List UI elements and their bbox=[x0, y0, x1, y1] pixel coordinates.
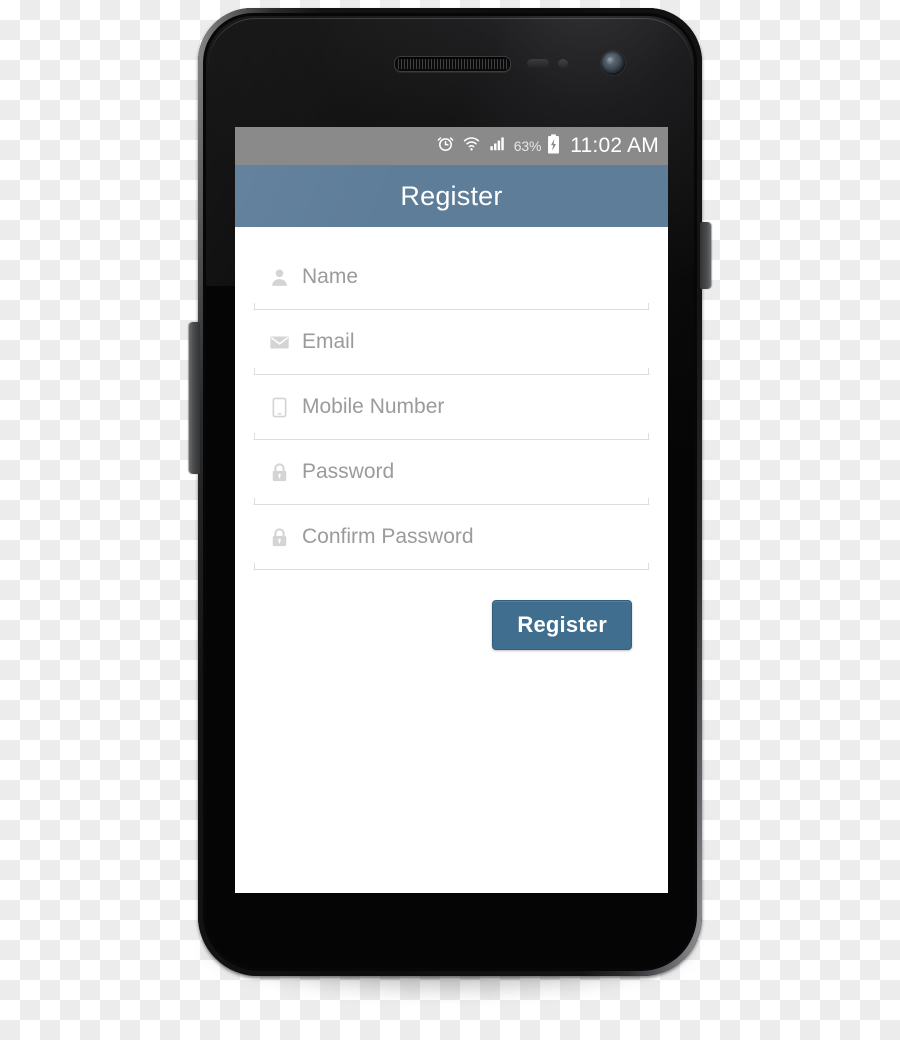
status-bar-clock: 11:02 AM bbox=[570, 134, 659, 157]
phone-screen: 63% 11:02 AM Register Name Email Mobile … bbox=[235, 127, 668, 893]
front-camera-icon bbox=[601, 51, 625, 75]
light-sensor-icon bbox=[558, 59, 568, 68]
confirm-password-input[interactable] bbox=[302, 525, 649, 549]
earpiece-mesh bbox=[398, 59, 507, 69]
status-bar: 63% 11:02 AM bbox=[235, 127, 668, 165]
battery-icon bbox=[546, 133, 561, 159]
wifi-icon bbox=[462, 134, 481, 158]
alarm-icon bbox=[436, 134, 455, 158]
envelope-icon bbox=[268, 331, 290, 353]
email-input[interactable] bbox=[302, 330, 649, 354]
battery-percent-label: 63% bbox=[513, 138, 542, 154]
volume-rocker-button[interactable] bbox=[189, 322, 200, 474]
page-title: Register bbox=[400, 180, 503, 211]
proximity-sensor-icon bbox=[527, 59, 549, 68]
field-email[interactable] bbox=[253, 310, 650, 375]
smartphone-icon bbox=[268, 396, 290, 418]
mobile-number-input[interactable] bbox=[302, 395, 649, 419]
lock-icon bbox=[268, 461, 290, 483]
earpiece-speaker-icon bbox=[394, 56, 511, 72]
submit-row: Register bbox=[253, 570, 650, 650]
power-button[interactable] bbox=[700, 222, 711, 289]
field-name[interactable] bbox=[253, 245, 650, 310]
app-bar: Register bbox=[235, 165, 668, 227]
name-input[interactable] bbox=[302, 265, 649, 289]
field-confirm-password[interactable] bbox=[253, 505, 650, 570]
registration-form: Register bbox=[235, 227, 668, 650]
password-input[interactable] bbox=[302, 460, 649, 484]
lock-icon bbox=[268, 526, 290, 548]
person-icon bbox=[268, 266, 290, 288]
field-password[interactable] bbox=[253, 440, 650, 505]
signal-icon bbox=[488, 134, 507, 158]
field-mobile-number[interactable] bbox=[253, 375, 650, 440]
register-button[interactable]: Register bbox=[492, 600, 632, 650]
